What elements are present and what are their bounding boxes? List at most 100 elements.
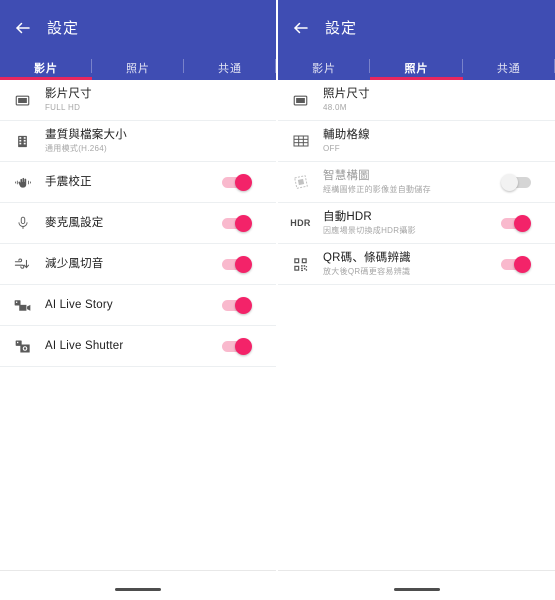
toggle-switch[interactable] <box>501 173 531 191</box>
list-item-text: QR碼、條碼辨識 放大後QR碼更容易辨識 <box>323 251 501 277</box>
list-item-subtitle: 因應場景切換成HDR攝影 <box>323 226 416 235</box>
photo-size-icon <box>278 93 323 108</box>
system-navigation-bar-left <box>0 570 276 600</box>
smart-composition-icon <box>278 174 323 190</box>
list-item[interactable]: AI Live Shutter <box>0 326 276 367</box>
toggle-knob <box>235 296 252 314</box>
list-item-text: 麥克風設定 <box>45 216 222 230</box>
list-item-title: 手震校正 <box>45 176 92 188</box>
toggle-knob <box>501 173 518 191</box>
list-item-text: 畫質與檔案大小 通用模式(H.264) <box>45 128 264 154</box>
toggle-switch[interactable] <box>501 255 531 273</box>
toggle-switch[interactable] <box>222 255 252 273</box>
list-item-text: AI Live Shutter <box>45 339 222 353</box>
video-size-icon <box>0 93 45 108</box>
settings-list-photo: 照片尺寸 48.0M 輔助格線 OFF 智慧構圖 經構圖修正的影像並自動儲存 H… <box>278 80 555 570</box>
list-item[interactable]: 畫質與檔案大小 通用模式(H.264) <box>0 121 276 162</box>
home-gesture-pill[interactable] <box>115 588 161 591</box>
list-item-title: 麥克風設定 <box>45 217 104 229</box>
toggle-switch[interactable] <box>501 214 531 232</box>
toggle-switch[interactable] <box>222 296 252 314</box>
list-item-subtitle: 放大後QR碼更容易辨識 <box>323 267 411 276</box>
home-gesture-pill[interactable] <box>393 588 440 591</box>
wind-noise-icon <box>0 257 45 272</box>
screen-photo-settings: 設定 影片 照片 共通 照片尺寸 48.0M 輔助格線 OFF 智慧構圖 經構圖… <box>278 0 555 600</box>
page-title: 設定 <box>325 20 358 37</box>
tab-photo[interactable]: 照片 <box>92 55 184 80</box>
list-item-subtitle: 經構圖修正的影像並自動儲存 <box>323 185 431 194</box>
toggle-knob <box>235 173 252 191</box>
list-item-title: 輔助格線 <box>323 129 370 141</box>
list-item[interactable]: 照片尺寸 48.0M <box>278 80 555 121</box>
tab-bar-right: 影片 照片 共通 <box>278 55 555 80</box>
app-bar-right: 設定 <box>278 0 555 55</box>
system-navigation-bar-right <box>278 570 555 600</box>
list-item-subtitle: 48.0M <box>323 103 347 112</box>
arrow-left-icon[interactable] <box>291 18 311 38</box>
tab-label: 共通 <box>218 62 242 75</box>
tab-label: 影片 <box>34 62 58 75</box>
tab-label: 照片 <box>126 62 150 75</box>
toggle-switch[interactable] <box>222 337 252 355</box>
list-item-title: 照片尺寸 <box>323 88 370 100</box>
list-item-text: 減少風切音 <box>45 257 222 271</box>
tab-bar-left: 影片 照片 共通 <box>0 55 276 80</box>
list-item-text: 手震校正 <box>45 175 222 189</box>
tab-common[interactable]: 共通 <box>184 55 276 80</box>
toggle-knob <box>235 255 252 273</box>
hand-shake-icon <box>0 175 45 190</box>
tab-video[interactable]: 影片 <box>278 55 371 80</box>
toggle-switch[interactable] <box>222 173 252 191</box>
list-item-title: AI Live Story <box>45 299 113 311</box>
hdr-label: HDR <box>290 218 311 228</box>
list-item[interactable]: HDR 自動HDR 因應場景切換成HDR攝影 <box>278 203 555 244</box>
toggle-switch[interactable] <box>222 214 252 232</box>
grid-lines-icon <box>278 134 323 148</box>
list-item-text: 智慧構圖 經構圖修正的影像並自動儲存 <box>323 169 501 195</box>
list-item-title: 畫質與檔案大小 <box>45 129 127 141</box>
list-item[interactable]: 麥克風設定 <box>0 203 276 244</box>
list-item-text: 影片尺寸 FULL HD <box>45 87 264 113</box>
list-item-text: 自動HDR 因應場景切換成HDR攝影 <box>323 210 501 236</box>
screen-video-settings: 設定 影片 照片 共通 影片尺寸 FULL HD 畫質與檔案大小 通用模式(H.… <box>0 0 277 600</box>
list-item-title: QR碼、條碼辨識 <box>323 252 411 264</box>
list-item-subtitle: 通用模式(H.264) <box>45 144 107 153</box>
microphone-icon <box>0 215 45 231</box>
app-bar-left: 設定 <box>0 0 276 55</box>
list-item-title: 智慧構圖 <box>323 170 370 182</box>
qr-code-icon <box>278 257 323 272</box>
page-title: 設定 <box>47 20 80 37</box>
tab-active-indicator <box>0 77 92 80</box>
tab-divider <box>275 59 276 73</box>
tab-active-indicator <box>370 77 463 80</box>
tab-label: 影片 <box>312 62 337 75</box>
film-strip-icon <box>0 134 45 149</box>
list-item[interactable]: 智慧構圖 經構圖修正的影像並自動儲存 <box>278 162 555 203</box>
ai-live-story-icon <box>0 298 45 313</box>
list-item-title: AI Live Shutter <box>45 340 124 352</box>
list-item-subtitle: FULL HD <box>45 103 81 112</box>
dual-screenshot-container: 設定 影片 照片 共通 影片尺寸 FULL HD 畫質與檔案大小 通用模式(H.… <box>0 0 555 600</box>
toggle-knob <box>514 255 531 273</box>
list-item[interactable]: AI Live Story <box>0 285 276 326</box>
list-item-text: 照片尺寸 48.0M <box>323 87 543 113</box>
tab-common[interactable]: 共通 <box>463 55 555 80</box>
hdr-icon: HDR <box>278 218 323 228</box>
list-item-title: 影片尺寸 <box>45 88 92 100</box>
tab-label: 照片 <box>404 62 429 75</box>
list-item-text: 輔助格線 OFF <box>323 128 543 154</box>
list-item-title: 自動HDR <box>323 211 372 223</box>
list-item[interactable]: 輔助格線 OFF <box>278 121 555 162</box>
list-item[interactable]: 影片尺寸 FULL HD <box>0 80 276 121</box>
list-item-subtitle: OFF <box>323 144 340 153</box>
list-item-title: 減少風切音 <box>45 258 104 270</box>
toggle-knob <box>235 337 252 355</box>
settings-list-video: 影片尺寸 FULL HD 畫質與檔案大小 通用模式(H.264) 手震校正 麥克… <box>0 80 276 570</box>
arrow-left-icon[interactable] <box>13 18 33 38</box>
tab-label: 共通 <box>496 62 521 75</box>
list-item[interactable]: QR碼、條碼辨識 放大後QR碼更容易辨識 <box>278 244 555 285</box>
toggle-knob <box>514 214 531 232</box>
list-item[interactable]: 減少風切音 <box>0 244 276 285</box>
list-item[interactable]: 手震校正 <box>0 162 276 203</box>
ai-live-shutter-icon <box>0 339 45 354</box>
